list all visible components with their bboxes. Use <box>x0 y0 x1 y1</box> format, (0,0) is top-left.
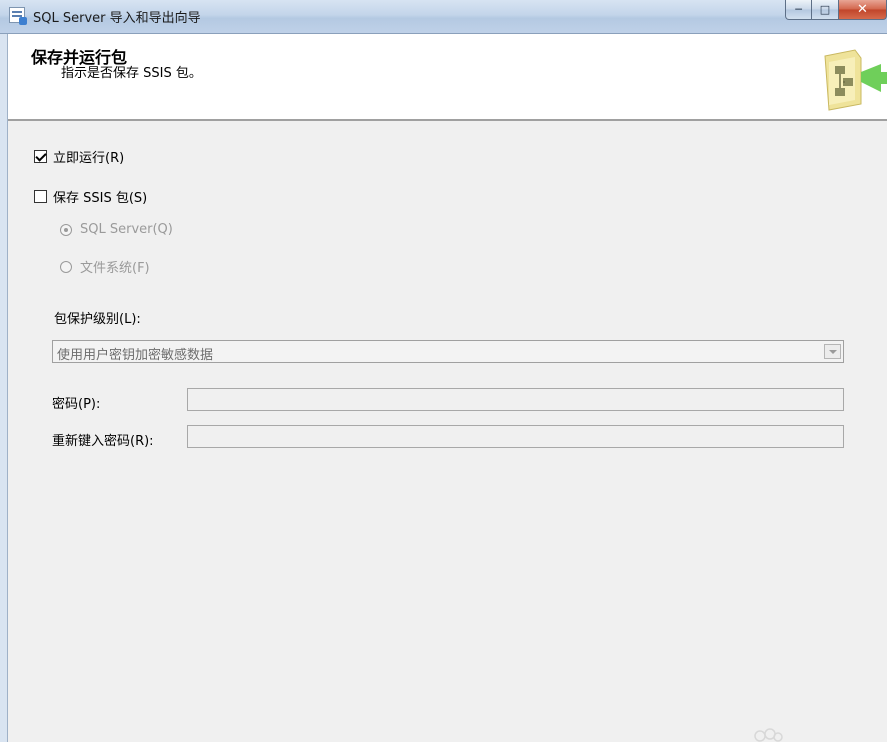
title-bar[interactable]: SQL Server 导入和导出向导 ─ □ ✕ <box>0 0 887 34</box>
protection-level-value: 使用用户密钥加密敏感数据 <box>57 348 214 363</box>
app-icon <box>9 7 27 25</box>
sql-server-label: SQL Server(Q) <box>80 222 173 237</box>
password-confirm-label: 重新键入密码(R): <box>52 434 154 449</box>
chevron-down-icon[interactable] <box>824 344 841 359</box>
run-immediately-label: 立即运行(R) <box>53 151 125 166</box>
file-system-option[interactable]: 文件系统(F) <box>60 257 150 276</box>
run-immediately-checkbox[interactable] <box>34 150 47 163</box>
save-ssis-label: 保存 SSIS 包(S) <box>53 191 148 206</box>
protection-level-label-row: 包保护级别(L): <box>54 308 141 327</box>
protection-level-select[interactable]: 使用用户密钥加密敏感数据 <box>52 340 844 363</box>
sql-server-option[interactable]: SQL Server(Q) <box>60 222 173 237</box>
protection-level-label: 包保护级别(L): <box>54 312 141 327</box>
password-input[interactable] <box>187 388 844 411</box>
run-immediately-option[interactable]: 立即运行(R) <box>34 147 124 166</box>
maximize-button[interactable]: □ <box>812 0 839 20</box>
save-ssis-option[interactable]: 保存 SSIS 包(S) <box>34 187 147 206</box>
password-confirm-input[interactable] <box>187 425 844 448</box>
wizard-graphic-icon <box>824 49 887 111</box>
watermark-icon <box>754 728 783 742</box>
window-title: SQL Server 导入和导出向导 <box>33 11 201 26</box>
password-label-row: 密码(P): <box>52 393 100 412</box>
password-label: 密码(P): <box>52 397 101 412</box>
file-system-label: 文件系统(F) <box>80 261 150 276</box>
wizard-header: 保存并运行包 指示是否保存 SSIS 包。 <box>8 34 887 121</box>
sql-server-radio[interactable] <box>60 223 72 236</box>
close-button[interactable]: ✕ <box>839 0 887 20</box>
minimize-button[interactable]: ─ <box>785 0 812 20</box>
password-confirm-label-row: 重新键入密码(R): <box>52 430 154 449</box>
page-subtitle: 指示是否保存 SSIS 包。 <box>61 66 202 81</box>
file-system-radio[interactable] <box>60 260 72 273</box>
save-ssis-checkbox[interactable] <box>34 190 47 203</box>
window-controls: ─ □ ✕ <box>785 0 887 22</box>
window-frame-left <box>0 34 8 742</box>
